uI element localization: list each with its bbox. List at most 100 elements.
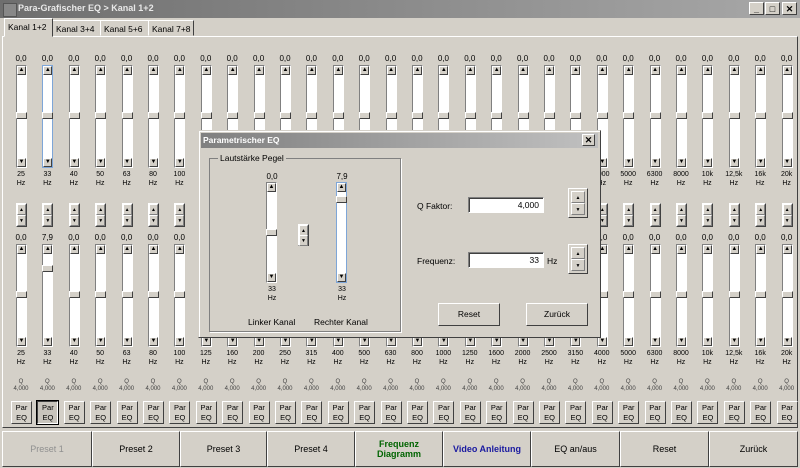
link-up-icon[interactable]: ▲ [650, 204, 660, 215]
link-down-icon[interactable]: ▼ [43, 215, 53, 226]
top-slider[interactable]: ▲▼ [121, 65, 133, 168]
top-slider[interactable]: ▲▼ [95, 65, 107, 168]
bottom-slider[interactable]: ▲▼ [676, 244, 687, 347]
link-down-icon[interactable]: ▼ [175, 215, 185, 226]
bottom-slider[interactable]: ▲▼ [174, 244, 186, 347]
bottom-slider-up-icon[interactable]: ▲ [17, 245, 26, 254]
tab-kanal-7-8[interactable]: Kanal 7+8 [148, 20, 194, 36]
link-up-icon[interactable]: ▲ [69, 204, 79, 215]
bottom-slider-down-icon[interactable]: ▼ [518, 337, 528, 346]
par-eq-button[interactable]: Par EQ [486, 401, 508, 424]
bottom-slider-down-icon[interactable]: ▼ [465, 337, 475, 346]
par-eq-button[interactable]: Par EQ [222, 401, 244, 424]
freq-down-icon[interactable]: ▼ [571, 259, 585, 271]
frequency-field[interactable]: 33 [468, 252, 544, 268]
par-eq-button[interactable]: Par EQ [90, 401, 112, 424]
top-slider-thumb[interactable] [702, 112, 714, 119]
button-video-anleitung[interactable]: Video Anleitung [443, 431, 531, 467]
top-slider-up-icon[interactable]: ▲ [175, 66, 185, 75]
par-eq-button[interactable]: Par EQ [11, 401, 32, 424]
bottom-slider[interactable]: ▲▼ [16, 244, 27, 347]
par-eq-button[interactable]: Par EQ [512, 401, 534, 424]
top-slider-thumb[interactable] [676, 112, 687, 119]
bottom-slider[interactable]: ▲▼ [121, 244, 133, 347]
top-slider-thumb[interactable] [755, 112, 767, 119]
top-slider-down-icon[interactable]: ▼ [122, 158, 132, 167]
top-slider-thumb[interactable] [544, 112, 555, 119]
link-up-icon[interactable]: ▲ [122, 204, 132, 215]
link-up-icon[interactable]: ▲ [43, 204, 53, 215]
maximize-button[interactable]: □ [765, 2, 780, 15]
top-slider-up-icon[interactable]: ▲ [149, 66, 158, 75]
button-preset-3[interactable]: Preset 3 [180, 431, 267, 467]
right-level-slider[interactable]: ▲ ▼ [336, 182, 347, 283]
top-slider[interactable]: ▲▼ [781, 65, 793, 168]
top-slider[interactable]: ▲▼ [676, 65, 687, 168]
bottom-slider[interactable]: ▲▼ [68, 244, 80, 347]
bottom-slider-down-icon[interactable]: ▼ [96, 337, 106, 346]
par-eq-button[interactable]: Par EQ [195, 401, 217, 424]
bottom-slider-up-icon[interactable]: ▲ [149, 245, 158, 254]
link-up-icon[interactable]: ▲ [17, 204, 26, 215]
bottom-slider-down-icon[interactable]: ▼ [69, 337, 79, 346]
bottom-slider-thumb[interactable] [68, 291, 80, 298]
top-slider-up-icon[interactable]: ▲ [677, 66, 686, 75]
bottom-slider-thumb[interactable] [95, 291, 107, 298]
bottom-slider-up-icon[interactable]: ▲ [624, 245, 634, 254]
par-eq-button[interactable]: Par EQ [143, 401, 164, 424]
top-slider-thumb[interactable] [491, 112, 503, 119]
bottom-slider-down-icon[interactable]: ▼ [175, 337, 185, 346]
par-eq-button[interactable]: Par EQ [63, 401, 85, 424]
bottom-slider[interactable]: ▲▼ [728, 244, 740, 347]
bottom-slider-down-icon[interactable]: ▼ [571, 337, 581, 346]
link-stepper[interactable]: ▲▼ [16, 203, 27, 227]
top-slider-thumb[interactable] [42, 112, 54, 119]
bottom-slider[interactable]: ▲▼ [755, 244, 767, 347]
top-slider[interactable]: ▲▼ [755, 65, 767, 168]
bottom-slider-down-icon[interactable]: ▼ [281, 337, 290, 346]
top-slider[interactable]: ▲▼ [623, 65, 635, 168]
bottom-slider[interactable]: ▲▼ [95, 244, 107, 347]
top-slider-down-icon[interactable]: ▼ [17, 158, 26, 167]
top-slider[interactable]: ▲▼ [148, 65, 159, 168]
bottom-slider-down-icon[interactable]: ▼ [439, 337, 449, 346]
top-slider-thumb[interactable] [227, 112, 239, 119]
bottom-slider-up-icon[interactable]: ▲ [96, 245, 106, 254]
bottom-slider-thumb[interactable] [676, 291, 687, 298]
bottom-slider[interactable]: ▲▼ [781, 244, 793, 347]
top-slider-down-icon[interactable]: ▼ [729, 158, 739, 167]
bottom-slider-down-icon[interactable]: ▼ [650, 337, 660, 346]
bottom-slider-up-icon[interactable]: ▲ [677, 245, 686, 254]
top-slider-down-icon[interactable]: ▼ [96, 158, 106, 167]
bottom-slider-up-icon[interactable]: ▲ [650, 245, 660, 254]
left-slider-thumb[interactable] [266, 229, 277, 236]
link-down-icon[interactable]: ▼ [624, 215, 634, 226]
bottom-slider-thumb[interactable] [16, 291, 27, 298]
bottom-slider[interactable]: ▲▼ [42, 244, 54, 347]
bottom-slider-down-icon[interactable]: ▼ [149, 337, 158, 346]
top-slider-up-icon[interactable]: ▲ [624, 66, 634, 75]
link-down-icon[interactable]: ▼ [677, 215, 686, 226]
top-slider-thumb[interactable] [16, 112, 27, 119]
bottom-slider-thumb[interactable] [702, 291, 714, 298]
link-up-icon[interactable]: ▲ [756, 204, 766, 215]
top-slider-up-icon[interactable]: ▲ [96, 66, 106, 75]
top-slider-down-icon[interactable]: ▼ [149, 158, 158, 167]
top-slider-down-icon[interactable]: ▼ [69, 158, 79, 167]
top-slider-down-icon[interactable]: ▼ [650, 158, 660, 167]
link-down-icon[interactable]: ▼ [96, 215, 106, 226]
left-slider-up-icon[interactable]: ▲ [267, 183, 276, 192]
bottom-slider-up-icon[interactable]: ▲ [756, 245, 766, 254]
par-eq-button[interactable]: Par EQ [565, 401, 587, 424]
bottom-slider-up-icon[interactable]: ▲ [69, 245, 79, 254]
link-down-icon[interactable]: ▼ [69, 215, 79, 226]
link-down-icon[interactable]: ▼ [149, 215, 158, 226]
frequency-stepper[interactable]: ▲ ▼ [568, 244, 588, 274]
bottom-slider-down-icon[interactable]: ▼ [729, 337, 739, 346]
bottom-slider-up-icon[interactable]: ▲ [703, 245, 713, 254]
link-up-icon[interactable]: ▲ [782, 204, 792, 215]
top-slider-up-icon[interactable]: ▲ [254, 66, 264, 75]
top-slider-up-icon[interactable]: ▲ [386, 66, 396, 75]
link-stepper[interactable]: ▲▼ [148, 203, 159, 227]
bottom-slider-down-icon[interactable]: ▼ [122, 337, 132, 346]
